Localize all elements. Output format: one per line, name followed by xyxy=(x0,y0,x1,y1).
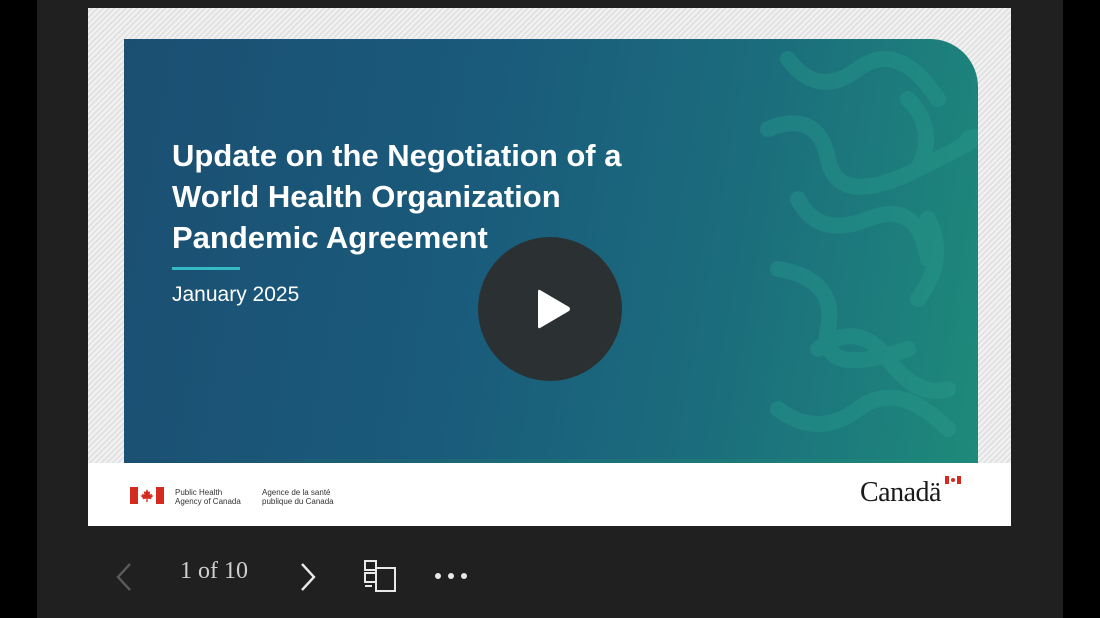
page-indicator: 1 of 10 xyxy=(180,558,248,584)
previous-slide-button[interactable] xyxy=(112,560,138,594)
agency-name-english: Public Health Agency of Canada xyxy=(175,488,241,506)
thumbnails-icon xyxy=(364,560,396,592)
thumbnails-button[interactable] xyxy=(362,558,398,594)
agency-line: Agency of Canada xyxy=(175,497,241,506)
wordmark-flag-icon xyxy=(945,476,961,484)
slide-title-line: Pandemic Agreement xyxy=(172,220,488,255)
presentation-toolbar: 1 of 10 xyxy=(0,548,1100,604)
decorative-pattern xyxy=(760,51,978,437)
slide-title-line: World Health Organization xyxy=(172,179,561,214)
agency-name-french: Agence de la santé publique du Canada xyxy=(262,488,334,506)
more-options-button[interactable] xyxy=(432,564,472,588)
slide-title: Update on the Negotiation of a World Hea… xyxy=(172,135,732,258)
more-horizontal-icon xyxy=(435,573,467,579)
slide-date: January 2025 xyxy=(172,283,300,306)
slide-title-line: Update on the Negotiation of a xyxy=(172,138,622,173)
app-window: Update on the Negotiation of a World Hea… xyxy=(0,0,1100,618)
agency-line: publique du Canada xyxy=(262,497,334,506)
canada-flag-icon xyxy=(130,487,164,504)
chevron-left-icon xyxy=(116,563,131,591)
title-underline xyxy=(172,267,240,270)
play-button[interactable] xyxy=(478,237,622,381)
canada-wordmark: Canadä xyxy=(860,477,941,508)
play-icon xyxy=(538,289,570,329)
chevron-right-icon xyxy=(301,563,316,591)
slide-footer: Public Health Agency of Canada Agence de… xyxy=(88,463,1011,526)
agency-line: Public Health xyxy=(175,488,223,497)
next-slide-button[interactable] xyxy=(294,560,320,594)
agency-line: Agence de la santé xyxy=(262,488,331,497)
